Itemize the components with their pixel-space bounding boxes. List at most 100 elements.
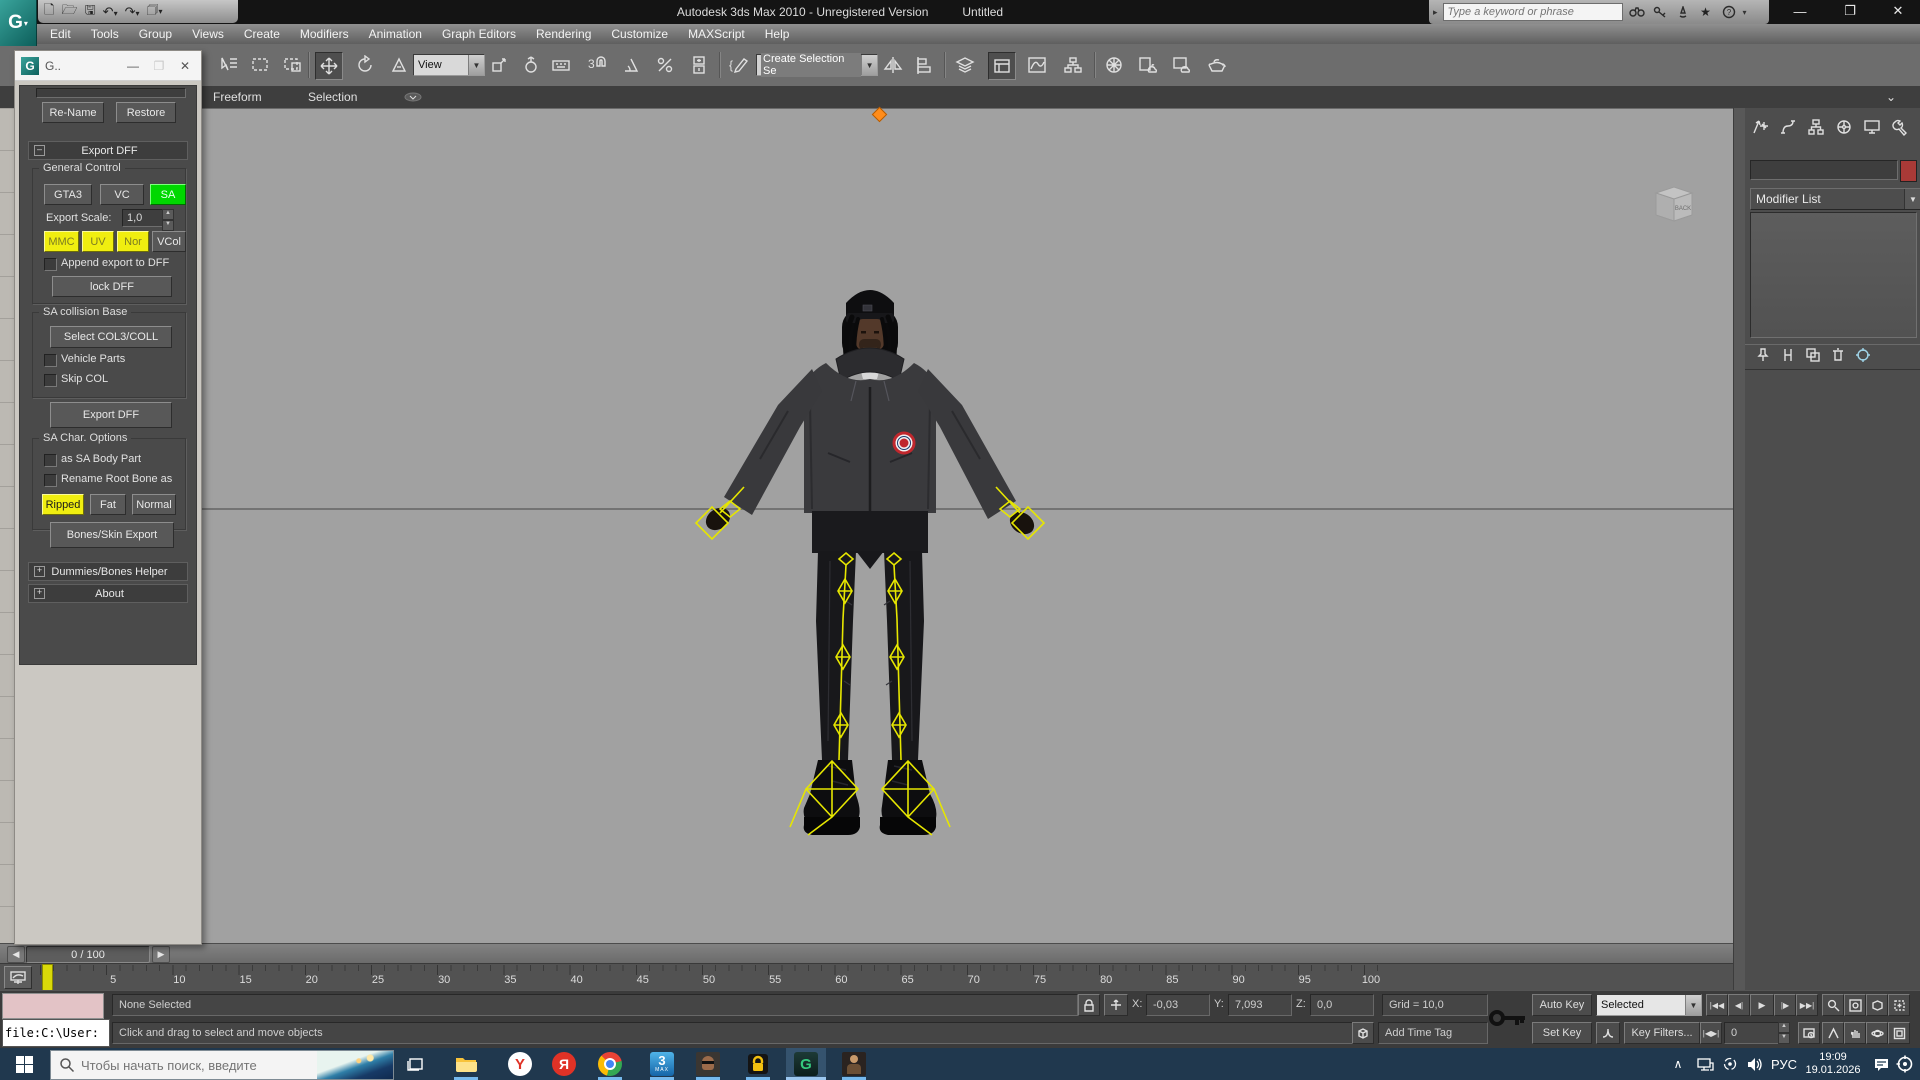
select-and-scale-icon[interactable]	[386, 52, 412, 78]
snaps-toggle-icon[interactable]: 3	[583, 52, 609, 78]
auto-key-button[interactable]: Auto Key	[1532, 994, 1592, 1016]
export-scale-spinner[interactable]: ▲ ▼	[162, 209, 174, 231]
align-icon[interactable]	[912, 52, 938, 78]
menu-item[interactable]: MAXScript	[678, 27, 755, 41]
modifier-list-dropdown[interactable]: Modifier List ▼	[1750, 188, 1920, 210]
layer-manager-icon[interactable]	[952, 52, 978, 78]
field-of-view-icon[interactable]	[1822, 1022, 1844, 1044]
tab-display-icon[interactable]	[1860, 116, 1884, 138]
show-end-result-icon[interactable]	[1780, 347, 1796, 368]
close-button[interactable]: ✕	[1884, 0, 1912, 22]
clipboard-icon[interactable]: 🗇▾	[147, 1, 163, 23]
set-key-button[interactable]: Set Key	[1532, 1022, 1592, 1044]
orbit-icon[interactable]	[1866, 1022, 1888, 1044]
ribbon-tab-freeform[interactable]: Freeform	[205, 89, 270, 105]
radar-target-icon[interactable]	[1894, 1054, 1916, 1074]
use-pivot-center-icon[interactable]	[486, 52, 512, 78]
uv-toggle[interactable]: UV	[82, 231, 114, 252]
clipped-name-field[interactable]	[36, 88, 186, 98]
restore-button-floater[interactable]: Restore	[116, 102, 176, 123]
export-dff-rollout-header[interactable]: – Export DFF	[28, 141, 188, 160]
play-icon[interactable]: ▶	[1750, 994, 1774, 1016]
object-name-field[interactable]	[1750, 160, 1898, 180]
keyboard-shortcut-override-icon[interactable]	[548, 52, 574, 78]
default-in-out-tangent-icon[interactable]	[1596, 1022, 1620, 1044]
active-app-tile[interactable]: G	[786, 1048, 826, 1080]
tray-chevron-icon[interactable]: ∧	[1668, 1054, 1688, 1074]
select-by-name-icon[interactable]	[216, 52, 242, 78]
mmc-toggle[interactable]: MMC	[44, 231, 79, 252]
named-selection-sets-dropdown[interactable]: Create Selection Se ▼	[756, 53, 878, 77]
character-model[interactable]	[660, 261, 1080, 901]
lock-app-icon[interactable]	[744, 1050, 772, 1078]
select-and-manipulate-icon[interactable]	[518, 52, 544, 78]
menu-item[interactable]: Customize	[601, 27, 678, 41]
zoom-all-icon[interactable]	[1844, 994, 1866, 1016]
ribbon-minimize-icon[interactable]: ⌄	[1878, 89, 1904, 105]
key-step-icon[interactable]: |◀▶|	[1700, 1022, 1722, 1044]
absolute-offset-mode-icon[interactable]	[1104, 994, 1128, 1016]
new-file-icon[interactable]: 🗋	[44, 1, 54, 23]
task-view-icon[interactable]	[402, 1050, 430, 1078]
file-explorer-icon[interactable]	[452, 1050, 480, 1078]
previous-frame-icon[interactable]: ◀|	[1728, 994, 1750, 1016]
maximize-viewport-icon[interactable]	[1888, 1022, 1910, 1044]
selection-lock-icon[interactable]	[1078, 994, 1100, 1016]
current-frame-marker[interactable]	[42, 964, 53, 992]
time-configuration-icon[interactable]	[1798, 1022, 1820, 1044]
menu-item[interactable]: Graph Editors	[432, 27, 526, 41]
y-coord-field[interactable]: 7,093	[1228, 994, 1292, 1016]
keyword-search-input[interactable]	[1442, 3, 1623, 21]
ripped-toggle[interactable]: Ripped	[42, 494, 84, 515]
tab-modify-icon[interactable]	[1776, 116, 1800, 138]
person-app-icon[interactable]	[840, 1050, 868, 1078]
percent-snap-icon[interactable]	[652, 52, 678, 78]
minimize-button[interactable]: —	[1786, 0, 1814, 22]
bones-skin-export-button[interactable]: Bones/Skin Export	[50, 522, 174, 548]
frame-spinner[interactable]: ▲ ▼	[1778, 1022, 1790, 1044]
append-export-checkbox[interactable]	[44, 258, 57, 271]
edit-named-selection-sets-icon[interactable]: {	[726, 52, 752, 78]
vehicle-parts-checkbox[interactable]	[44, 354, 57, 367]
redo-icon[interactable]: ↷▾	[125, 4, 140, 20]
vc-button[interactable]: VC	[100, 184, 144, 205]
communication-center-icon[interactable]	[1674, 4, 1692, 20]
restore-button[interactable]: ❐	[1836, 0, 1864, 22]
application-menu-button[interactable]: G ▾	[0, 0, 37, 46]
menu-item[interactable]: Create	[234, 27, 290, 41]
spinner-snap-icon[interactable]	[686, 52, 712, 78]
zoom-region-icon[interactable]	[1888, 994, 1910, 1016]
network-icon[interactable]	[1694, 1054, 1716, 1074]
next-frame-icon[interactable]: |▶	[1774, 994, 1796, 1016]
remove-modifier-icon[interactable]	[1830, 347, 1846, 368]
next-frame-arrow[interactable]: ▶	[152, 946, 170, 963]
curve-editor-icon[interactable]	[1024, 52, 1050, 78]
yandex-icon[interactable]: Я	[550, 1050, 578, 1078]
render-production-icon[interactable]	[1204, 52, 1230, 78]
current-frame-field[interactable]: 0	[1724, 1022, 1784, 1044]
language-indicator[interactable]: РУС	[1768, 1054, 1800, 1074]
menu-item[interactable]: Help	[755, 27, 800, 41]
zoom-icon[interactable]	[1822, 994, 1844, 1016]
make-unique-icon[interactable]	[1805, 347, 1821, 368]
floater-close-icon[interactable]: ✕	[175, 56, 195, 76]
perspective-viewport[interactable]: BACK	[200, 106, 1733, 944]
subscription-key-icon[interactable]	[1651, 4, 1669, 20]
configure-modifier-sets-icon[interactable]	[1855, 347, 1871, 368]
window-crossing-icon[interactable]	[280, 52, 306, 78]
export-scale-field[interactable]: 1,0	[122, 209, 164, 227]
select-and-move-icon[interactable]	[315, 52, 343, 80]
object-color-swatch[interactable]	[1900, 160, 1917, 182]
material-editor-icon[interactable]	[1101, 52, 1127, 78]
fat-toggle[interactable]: Fat	[90, 494, 126, 515]
key-filters-button[interactable]: Key Filters...	[1624, 1022, 1700, 1044]
selection-region-icon[interactable]	[248, 52, 274, 78]
volume-icon[interactable]	[1744, 1054, 1766, 1074]
reference-coordinate-system-dropdown[interactable]: View ▼	[413, 54, 485, 76]
select-and-rotate-icon[interactable]	[352, 52, 378, 78]
time-slider[interactable]: 0 / 100	[26, 946, 150, 963]
menu-item[interactable]: Tools	[81, 27, 129, 41]
gta3-button[interactable]: GTA3	[44, 184, 92, 205]
floater-title-bar[interactable]: G G.. — ❐ ✕	[15, 51, 201, 81]
select-col-button[interactable]: Select COL3/COLL	[50, 326, 172, 348]
